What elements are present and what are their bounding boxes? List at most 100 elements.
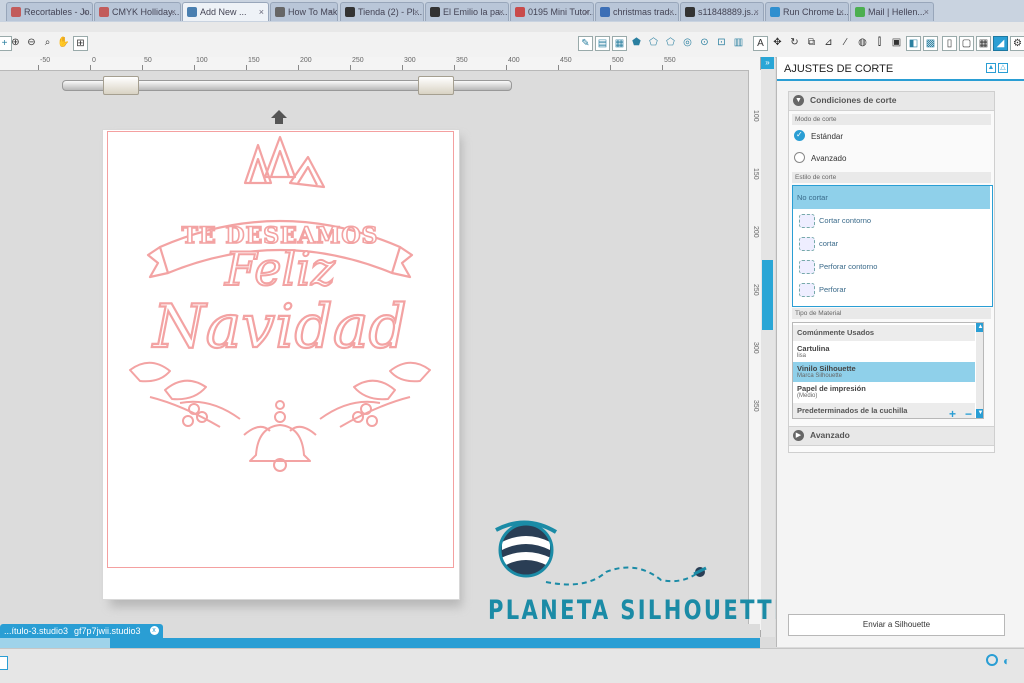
mode-label: Modo de corte <box>792 114 991 125</box>
library-icon[interactable]: ◧ <box>906 36 921 51</box>
ruler-tick <box>558 65 559 70</box>
gradient-icon[interactable]: ◎ <box>680 36 695 51</box>
browser-tab[interactable]: El Emilio la pa... × <box>425 2 509 21</box>
style-cut[interactable]: cortar <box>793 232 990 255</box>
grid-icon[interactable]: ▦ <box>976 36 991 51</box>
roll-handle-right[interactable] <box>418 76 454 95</box>
panel-expand-icon[interactable]: △ <box>998 63 1008 73</box>
browser-tab[interactable]: Run Chrome L... × <box>765 2 849 21</box>
browser-tab[interactable]: s11848889.js... × <box>680 2 764 21</box>
material-scrollbar[interactable]: ▲ ▼ <box>976 323 983 418</box>
page-setup-icon[interactable]: ▤ <box>595 36 610 51</box>
ruler-tick-label: 100 <box>196 57 208 64</box>
pattern-icon[interactable]: ⊙ <box>697 36 712 51</box>
scroll-thumb[interactable] <box>762 260 773 330</box>
style-perforate[interactable]: Perforar <box>793 278 990 301</box>
knife-icon[interactable]: ◍ <box>855 36 870 51</box>
send-to-silhouette-button[interactable]: Enviar a Silhouette <box>788 614 1005 636</box>
close-icon[interactable]: × <box>171 3 176 21</box>
replicate-icon[interactable]: ▥ <box>731 36 746 51</box>
help-icon[interactable]: ◐ <box>1003 654 1010 668</box>
doc-tab-2[interactable]: gf7p7jwii.studio3 x <box>70 624 163 638</box>
close-icon[interactable]: × <box>839 3 844 21</box>
settings-icon[interactable]: ⚙ <box>1010 36 1024 51</box>
zoom-out-icon[interactable]: ⊖ <box>24 36 39 51</box>
zoom-select-icon[interactable]: ⌕ <box>40 36 55 51</box>
align-icon[interactable]: ⊡ <box>714 36 729 51</box>
zoom-in-icon[interactable]: ⊕ <box>8 36 23 51</box>
style-cut-edge[interactable]: Cortar contorno <box>793 209 990 232</box>
ruler-top: -50 0 50 100 150 200 250 300 350 400 450 500 550 <box>0 57 760 71</box>
conditions-title: Condiciones de corte <box>810 95 897 105</box>
text-icon[interactable]: A <box>753 36 768 51</box>
spacing-icon[interactable]: ⫿ <box>872 36 887 51</box>
browser-tab-title: s11848889.js... <box>698 7 759 17</box>
roll-feeder-slider[interactable] <box>62 76 512 95</box>
trace-icon[interactable]: ↻ <box>787 36 802 51</box>
mode-standard-radio[interactable] <box>794 130 805 141</box>
browser-tab[interactable]: christmas trad... × <box>595 2 679 21</box>
browser-tab[interactable]: Tienda (2) - Pl... × <box>340 2 424 21</box>
offset-icon[interactable]: ⧉ <box>804 36 819 51</box>
browser-tab[interactable]: CMYK Holliday... × <box>94 2 181 21</box>
pan-icon[interactable]: ✋ <box>56 36 71 51</box>
ruler-tick <box>662 65 663 70</box>
material-row[interactable]: Vinilo Silhouette Marca Silhouette <box>793 362 975 382</box>
ruler-right: 100 150 200 250 300 350 <box>748 70 761 630</box>
store-icon[interactable]: ▩ <box>923 36 938 51</box>
close-icon[interactable]: × <box>924 3 929 21</box>
canvas-scrollbar[interactable]: » <box>760 57 775 637</box>
cut-settings-icon[interactable]: ◢ <box>993 36 1008 51</box>
mode-advanced-radio[interactable] <box>794 152 805 163</box>
style-perforate-edge[interactable]: Perforar contorno <box>793 255 990 278</box>
browser-tab[interactable]: How To Make a...× <box>270 2 338 21</box>
add-material-button[interactable]: + <box>949 407 956 421</box>
eraser-icon[interactable]: ✎ <box>578 36 593 51</box>
send-panel-icon[interactable]: ▯ <box>942 36 957 51</box>
design-panel-icon[interactable]: ▢ <box>959 36 974 51</box>
close-icon[interactable]: × <box>328 3 333 21</box>
page-icon[interactable] <box>0 656 8 670</box>
material-group-common: Comúnmente Usados <box>793 325 975 341</box>
close-icon[interactable]: × <box>259 3 264 21</box>
close-icon[interactable]: x <box>149 626 159 635</box>
browser-tab[interactable]: Recortables - Jo... × <box>6 2 93 21</box>
collapse-panel-icon[interactable]: » <box>761 57 774 69</box>
scroll-down-icon[interactable]: ▼ <box>976 409 983 418</box>
close-icon[interactable]: × <box>499 3 504 21</box>
remove-material-button[interactable]: − <box>965 407 972 421</box>
line-color-icon[interactable]: ⬠ <box>646 36 661 51</box>
close-icon[interactable]: × <box>414 3 419 21</box>
christmas-design[interactable]: TE DESEAMOS Feliz Navidad <box>110 135 450 475</box>
browser-tab[interactable]: 0195 Mini Tutor... × <box>510 2 594 21</box>
transform-icon[interactable]: ✥ <box>770 36 785 51</box>
fit-page-icon[interactable]: ⊞ <box>73 36 88 51</box>
close-icon[interactable]: × <box>754 3 759 21</box>
style-no-cut[interactable]: No cortar <box>793 186 990 209</box>
advanced-title: Avanzado <box>810 430 850 440</box>
browser-tab[interactable]: Add New ... × <box>182 2 269 21</box>
perforate-icon <box>799 283 815 297</box>
ruler-tick-label: 200 <box>752 226 759 238</box>
material-row[interactable]: Papel de impresión (Medio) <box>793 382 975 402</box>
fill-icon[interactable]: ⬟ <box>629 36 644 51</box>
scroll-up-icon[interactable]: ▲ <box>976 323 983 332</box>
doc-strip <box>0 638 760 648</box>
ruler-tick-label: 350 <box>456 57 468 64</box>
close-icon[interactable]: × <box>83 3 88 21</box>
advanced-header[interactable]: ▶ Avanzado <box>789 426 994 446</box>
material-row[interactable]: Cartulina lisa <box>793 342 975 362</box>
registration-icon[interactable]: ▦ <box>612 36 627 51</box>
sketch-icon[interactable]: ∕ <box>838 36 853 51</box>
line-style-icon[interactable]: ⬠ <box>663 36 678 51</box>
browser-tab[interactable]: Mail | Hellen... × <box>850 2 934 21</box>
close-icon[interactable]: × <box>669 3 674 21</box>
panel-collapse-icon[interactable]: ▲ <box>986 63 996 73</box>
modify-icon[interactable]: ⊿ <box>821 36 836 51</box>
close-icon[interactable]: × <box>584 3 589 21</box>
roll-handle-left[interactable] <box>103 76 139 95</box>
media-icon[interactable]: ▣ <box>889 36 904 51</box>
conditions-header[interactable]: ▼ Condiciones de corte <box>789 92 994 111</box>
chevron-down-icon: ▼ <box>793 95 804 106</box>
gear-icon[interactable] <box>986 654 998 666</box>
